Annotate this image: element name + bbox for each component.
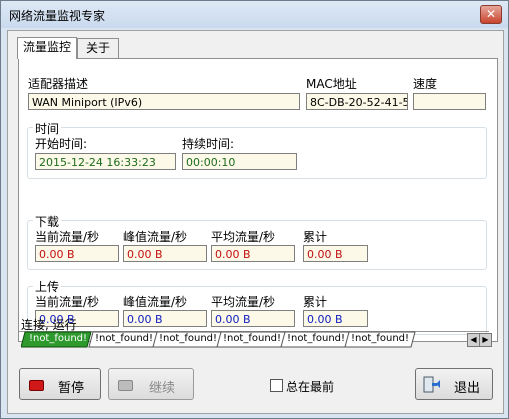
exit-label: 退出 [454,381,481,396]
sheet-tab-3[interactable]: !not_found! [155,332,221,347]
resume-icon [118,380,133,391]
start-time-field[interactable]: 2015-12-24 16:33:23 [35,153,176,170]
upload-total-label: 累计 [303,295,328,309]
upload-peak-field[interactable]: 0.00 B [123,310,207,327]
exit-door-icon [423,376,440,393]
speed-field[interactable] [413,93,486,110]
always-on-top-checkbox[interactable] [270,379,283,392]
close-button[interactable]: ✕ [480,5,502,24]
upload-avg-field[interactable]: 0.00 B [211,310,295,327]
mac-field[interactable]: 8C-DB-20-52-41-53 [306,93,408,110]
tab-label: 关于 [85,41,110,55]
sheet-tab-4[interactable]: !not_found! [219,332,285,347]
arrow-left-icon: ◀ [470,335,477,344]
adapter-desc-field[interactable]: WAN Miniport (IPv6) [28,93,300,110]
scroll-right-button[interactable]: ▶ [479,333,492,347]
download-peak-field[interactable]: 0.00 B [123,245,207,262]
download-total-field[interactable]: 0.00 B [303,245,368,262]
title-bar[interactable]: 网络流量监视专家 ✕ [1,1,508,28]
mac-label: MAC地址 [306,77,357,91]
tab-label: 流量监控 [22,40,71,54]
upload-avg-label: 平均流量/秒 [211,295,276,309]
upload-current-label: 当前流量/秒 [35,295,100,309]
download-total-label: 累计 [303,230,328,244]
download-avg-label: 平均流量/秒 [211,230,276,244]
resume-label: 继续 [149,381,176,396]
pause-button[interactable]: 暂停 [19,368,101,400]
main-window: 网络流量监视专家 ✕ 流量监控 关于 适配器描述 WAN Miniport (I… [0,0,509,419]
pause-label: 暂停 [58,381,85,396]
download-current-field[interactable]: 0.00 B [35,245,119,262]
sheet-tab-5[interactable]: !not_found! [283,332,349,347]
duration-label: 持续时间: [182,137,235,151]
sheet-tab-1[interactable]: !not_found! [25,332,91,347]
close-icon: ✕ [485,7,497,21]
duration-field[interactable]: 00:00:10 [182,153,297,170]
traffic-monitor-panel: 适配器描述 WAN Miniport (IPv6) MAC地址 8C-DB-20… [18,58,498,342]
client-area: 流量监控 关于 适配器描述 WAN Miniport (IPv6) MAC地址 … [7,30,504,414]
upload-total-field[interactable]: 0.00 B [303,310,368,327]
download-peak-label: 峰值流量/秒 [123,230,188,244]
download-avg-field[interactable]: 0.00 B [211,245,295,262]
adapter-desc-label: 适配器描述 [28,77,89,91]
resume-button[interactable]: 继续 [108,368,194,400]
sheet-tab-6[interactable]: !not_found! [347,332,413,347]
start-time-label: 开始时间: [35,137,88,151]
tab-about[interactable]: 关于 [77,38,119,58]
always-on-top-label: 总在最前 [286,380,335,394]
speed-label: 速度 [413,77,438,91]
upload-peak-label: 峰值流量/秒 [123,295,188,309]
exit-button[interactable]: 退出 [415,368,493,400]
window-title: 网络流量监视专家 [9,9,106,23]
sheet-tab-2[interactable]: !not_found! [91,332,157,347]
pause-icon [29,380,44,391]
arrow-right-icon: ▶ [482,335,489,344]
download-current-label: 当前流量/秒 [35,230,100,244]
tab-traffic-monitor[interactable]: 流量监控 [17,37,77,59]
